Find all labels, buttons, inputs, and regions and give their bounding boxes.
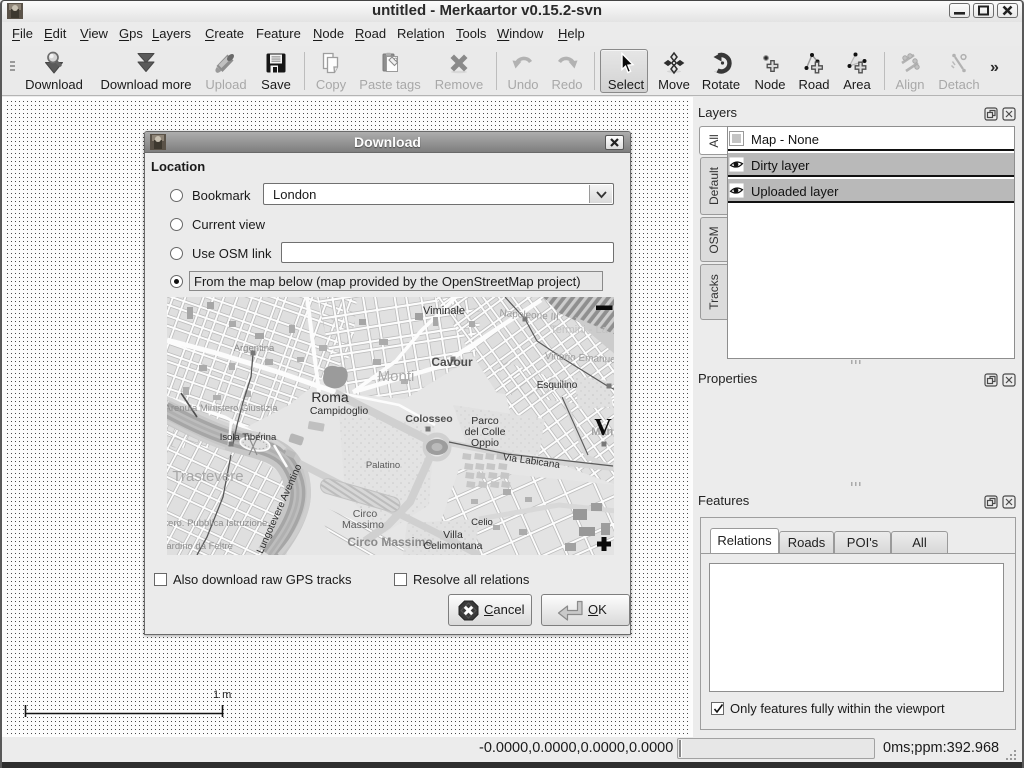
svg-text:Monti: Monti — [378, 368, 415, 385]
svg-text:Campidoglio: Campidoglio — [310, 405, 369, 417]
svg-text:Roma: Roma — [311, 389, 349, 405]
svg-text:Arenula Ministero Giustizia: Arenula Ministero Giustizia — [167, 403, 278, 414]
svg-text:Viminale: Viminale — [423, 305, 465, 317]
svg-text:Termini - La: Termini - La — [550, 324, 608, 336]
svg-text:Celimontana: Celimontana — [424, 540, 483, 552]
svg-text:Esquilino: Esquilino — [537, 380, 578, 391]
svg-text:Argentina: Argentina — [234, 343, 275, 354]
svg-text:Oppio: Oppio — [471, 437, 499, 449]
svg-text:Cavour: Cavour — [431, 355, 473, 369]
svg-text:Trastevere: Trastevere — [172, 468, 243, 485]
svg-text:stero. Pubblica Istruzione: stero. Pubblica Istruzione — [167, 518, 267, 529]
svg-text:1 m: 1 m — [213, 689, 231, 701]
svg-text:Massimo: Massimo — [342, 519, 384, 531]
svg-text:Colosseo: Colosseo — [405, 413, 452, 425]
svg-text:Circo Massimo: Circo Massimo — [347, 535, 432, 549]
svg-text:Palatino: Palatino — [366, 460, 400, 471]
svg-text:Celio: Celio — [471, 517, 493, 528]
svg-text:Isola Tiberina: Isola Tiberina — [220, 432, 277, 443]
svg-text:hardino da Feltre: hardino da Feltre — [167, 541, 233, 552]
svg-text:V: V — [594, 415, 612, 441]
